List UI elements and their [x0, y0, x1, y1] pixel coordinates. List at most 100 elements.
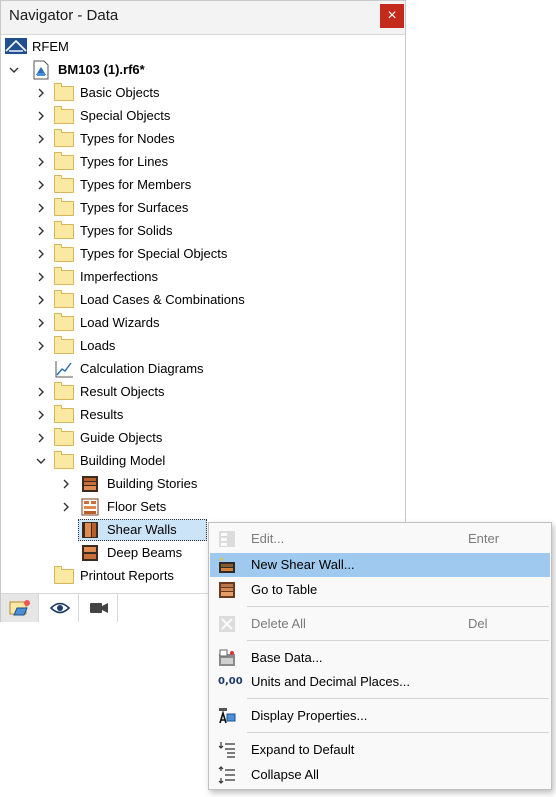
tab-data[interactable]	[1, 594, 39, 622]
chevron-right-icon[interactable]	[59, 473, 73, 495]
menu-item-label: Collapse All	[251, 767, 319, 782]
tree-item-label: Types for Solids	[80, 223, 173, 238]
chevron-right-icon[interactable]	[34, 289, 48, 311]
tree-item-imperfections[interactable]: Imperfections	[34, 266, 384, 288]
new-shear-wall-icon	[218, 556, 236, 574]
tree-item-label: Loads	[80, 338, 116, 353]
folder-icon	[54, 244, 74, 263]
menu-item-label: Edit...	[251, 531, 285, 546]
tree-item-label: Printout Reports	[80, 568, 174, 583]
tree-item-special-objects[interactable]: Special Objects	[34, 105, 384, 127]
menu-item-label: Go to Table	[251, 582, 318, 597]
building-stories-icon	[81, 475, 101, 493]
menu-item-label: Expand to Default	[251, 742, 355, 757]
chevron-right-icon[interactable]	[34, 381, 48, 403]
folder-icon	[54, 382, 74, 401]
tree-item-types-for-lines[interactable]: Types for Lines	[34, 151, 384, 173]
menu-item-units[interactable]: 0,00 Units and Decimal Places...	[210, 670, 550, 694]
menu-shortcut: Del	[468, 616, 488, 631]
tree-item-label: Load Wizards	[80, 315, 160, 330]
rfem-logo-icon	[5, 38, 27, 56]
tree-file-label: BM103 (1).rf6*	[58, 62, 145, 77]
tree-file-node[interactable]: BM103 (1).rf6*	[7, 59, 387, 81]
menu-item-display-properties[interactable]: Display Properties...	[210, 704, 550, 728]
chevron-right-icon[interactable]	[34, 174, 48, 196]
tree-item-label: Types for Surfaces	[80, 200, 189, 215]
tree-item-types-for-nodes[interactable]: Types for Nodes	[34, 128, 384, 150]
menu-separator	[247, 698, 549, 699]
chevron-right-icon[interactable]	[34, 335, 48, 357]
menu-item-base-data[interactable]: Base Data...	[210, 646, 550, 670]
menu-item-go-to-table[interactable]: Go to Table	[210, 578, 550, 602]
tree-item-types-for-special-objects[interactable]: Types for Special Objects	[34, 243, 384, 265]
edit-icon	[218, 530, 236, 548]
chevron-right-icon[interactable]	[34, 220, 48, 242]
chevron-right-icon[interactable]	[34, 151, 48, 173]
tree-root-rfem[interactable]: RFEM	[5, 36, 385, 58]
folder-icon	[54, 267, 74, 286]
tree-item-load-wizards[interactable]: Load Wizards	[34, 312, 384, 334]
tree-item-floor-sets[interactable]: Floor Sets	[59, 496, 379, 518]
chevron-right-icon[interactable]	[34, 404, 48, 426]
tree-item-calculation-diagrams[interactable]: Calculation Diagrams	[34, 358, 384, 380]
folder-icon	[54, 221, 74, 240]
tree-item-basic-objects[interactable]: Basic Objects	[34, 82, 384, 104]
menu-separator	[247, 606, 549, 607]
shear-walls-icon	[81, 521, 101, 539]
tab-display[interactable]	[41, 594, 79, 622]
tree-item-label: Load Cases & Combinations	[80, 292, 245, 307]
chevron-right-icon[interactable]	[34, 197, 48, 219]
tree-item-label: Guide Objects	[80, 430, 163, 445]
tree-item-label: Types for Special Objects	[80, 246, 228, 261]
chevron-right-icon[interactable]	[34, 243, 48, 265]
folder-icon	[54, 336, 74, 355]
tree-item-guide-objects[interactable]: Guide Objects	[34, 427, 384, 449]
deep-beams-icon	[81, 544, 101, 562]
tree-item-types-for-members[interactable]: Types for Members	[34, 174, 384, 196]
units-icon: 0,00	[218, 673, 243, 691]
menu-item-label: Display Properties...	[251, 708, 368, 723]
folder-icon	[54, 175, 74, 194]
folder-icon	[54, 428, 74, 447]
tree-item-label: Types for Lines	[80, 154, 169, 169]
menu-item-label: New Shear Wall...	[251, 557, 355, 572]
tree-item-label: Building Model	[80, 453, 166, 468]
tree-item-load-cases-combinations[interactable]: Load Cases & Combinations	[34, 289, 384, 311]
chevron-down-icon[interactable]	[34, 450, 48, 472]
folder-icon	[54, 313, 74, 332]
chevron-right-icon[interactable]	[34, 312, 48, 334]
menu-item-edit[interactable]: Edit... Enter	[210, 527, 550, 551]
menu-item-expand-to-default[interactable]: Expand to Default	[210, 738, 550, 762]
delete-icon	[218, 615, 236, 633]
tree-item-building-stories[interactable]: Building Stories	[59, 473, 379, 495]
folder-icon	[54, 451, 74, 470]
menu-item-label: Base Data...	[251, 650, 323, 665]
folder-icon	[54, 106, 74, 125]
close-button[interactable]: ×	[380, 4, 404, 28]
chevron-right-icon[interactable]	[59, 496, 73, 518]
menu-item-new-shear-wall[interactable]: New Shear Wall...	[210, 553, 550, 577]
chevron-right-icon[interactable]	[34, 266, 48, 288]
tree-item-label: Types for Nodes	[80, 131, 175, 146]
tree-item-types-for-surfaces[interactable]: Types for Surfaces	[34, 197, 384, 219]
chevron-down-icon[interactable]	[7, 59, 21, 81]
diagram-icon	[54, 360, 74, 378]
tree-root-label: RFEM	[32, 39, 69, 54]
tab-views[interactable]	[80, 594, 118, 622]
tree-item-results[interactable]: Results	[34, 404, 384, 426]
tree-item-building-model[interactable]: Building Model	[34, 450, 384, 472]
menu-item-label: Units and Decimal Places...	[251, 674, 410, 689]
chevron-right-icon[interactable]	[34, 105, 48, 127]
tree-item-loads[interactable]: Loads	[34, 335, 384, 357]
menu-shortcut: Enter	[468, 531, 500, 546]
menu-item-delete-all[interactable]: Delete All Del	[210, 612, 550, 636]
tree-item-result-objects[interactable]: Result Objects	[34, 381, 384, 403]
menu-item-collapse-all[interactable]: Collapse All	[210, 763, 550, 787]
tree-item-label: Result Objects	[80, 384, 165, 399]
chevron-right-icon[interactable]	[34, 82, 48, 104]
eye-icon	[49, 602, 70, 614]
menu-item-label: Delete All	[251, 616, 306, 631]
chevron-right-icon[interactable]	[34, 427, 48, 449]
chevron-right-icon[interactable]	[34, 128, 48, 150]
tree-item-types-for-solids[interactable]: Types for Solids	[34, 220, 384, 242]
